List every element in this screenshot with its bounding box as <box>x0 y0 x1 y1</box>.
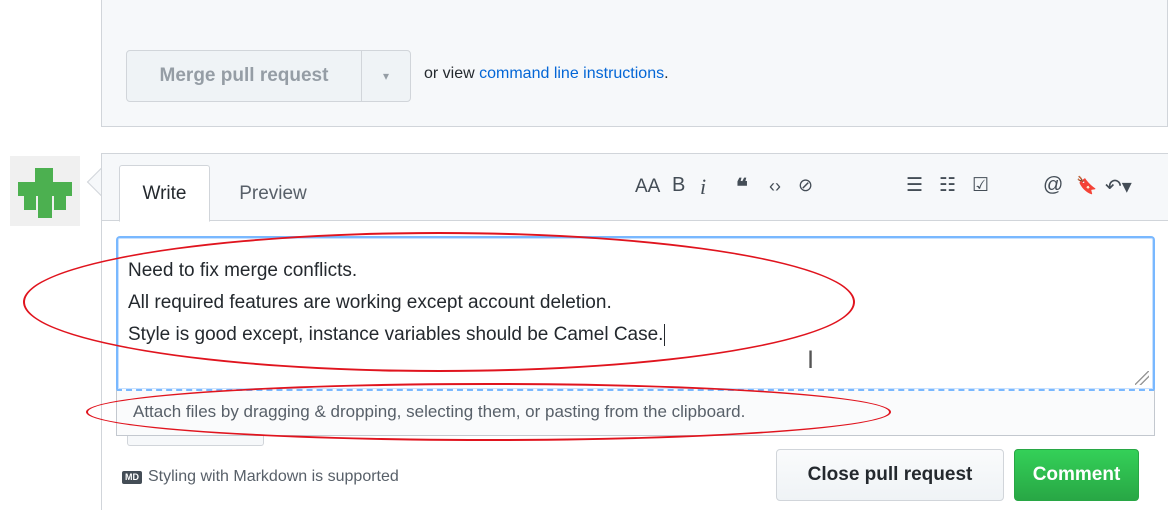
merge-instructions-suffix: . <box>664 65 669 82</box>
mention-icon[interactable]: @ <box>1043 174 1063 197</box>
comment-button[interactable]: Comment <box>1014 449 1139 501</box>
comment-line-2: All required features are working except… <box>128 292 612 313</box>
merge-button-group: Merge pull request ▾ <box>126 50 411 102</box>
ibeam-cursor-icon: I <box>807 346 815 374</box>
italic-icon[interactable]: i <box>700 174 706 200</box>
close-pull-request-button[interactable]: Close pull request <box>776 449 1004 501</box>
markdown-hint: MD Styling with Markdown is supported <box>122 468 399 486</box>
tab-write[interactable]: Write <box>119 165 210 222</box>
comment-line-1: Need to fix merge conflicts. <box>128 260 358 281</box>
heading-icon[interactable]: AA <box>635 176 660 198</box>
merge-instructions: or view command line instructions. <box>424 65 669 83</box>
saved-reply-icon[interactable]: 🔖 <box>1076 176 1097 196</box>
merge-instructions-prefix: or view <box>424 65 480 82</box>
comment-form: Write Preview AA B i ❝ ‹› ⊘ ☰ ☷ ☑ @ 🔖 ↶▾… <box>101 153 1168 510</box>
attach-files-dropzone[interactable]: Attach files by dragging & dropping, sel… <box>116 389 1155 436</box>
comment-textarea[interactable]: Need to fix merge conflicts. All require… <box>116 236 1155 389</box>
merge-pull-request-button[interactable]: Merge pull request <box>127 51 362 101</box>
ordered-list-icon[interactable]: ☷ <box>939 174 956 197</box>
markdown-hint-text[interactable]: Styling with Markdown is supported <box>148 468 399 486</box>
reply-icon[interactable]: ↶▾ <box>1105 174 1132 199</box>
hidden-button-edge <box>127 436 264 446</box>
link-icon[interactable]: ⊘ <box>798 175 813 196</box>
command-line-instructions-link[interactable]: command line instructions <box>479 65 664 82</box>
merge-options-caret-icon[interactable]: ▾ <box>362 51 410 101</box>
comment-line-3-text: Style is good except, instance variables… <box>128 324 664 346</box>
tab-preview[interactable]: Preview <box>218 165 328 222</box>
bold-icon[interactable]: B <box>672 174 685 197</box>
code-icon[interactable]: ‹› <box>769 176 781 197</box>
merge-box: Merge pull request ▾ or view command lin… <box>101 0 1168 127</box>
task-list-icon[interactable]: ☑ <box>972 174 989 197</box>
unordered-list-icon[interactable]: ☰ <box>906 174 923 197</box>
editor-tabbar: Write Preview AA B i ❝ ‹› ⊘ ☰ ☷ ☑ @ 🔖 ↶▾ <box>102 154 1168 222</box>
text-caret <box>664 324 666 346</box>
markdown-icon: MD <box>122 470 142 484</box>
resize-grip-icon[interactable] <box>1135 371 1149 385</box>
avatar[interactable] <box>10 156 80 226</box>
quote-icon[interactable]: ❝ <box>736 174 748 200</box>
comment-line-3: Style is good except, instance variables… <box>128 324 666 346</box>
